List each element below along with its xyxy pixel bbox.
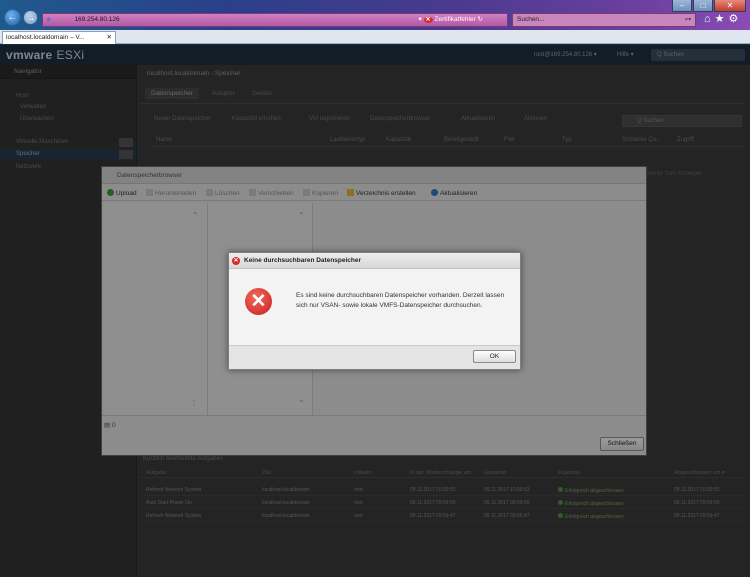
dropdown-arrow-icon: ▾ (418, 16, 424, 23)
address-bar[interactable]: e 169.254.80.126 ▾ ✕ Zertifikatfehler ↻ (42, 13, 508, 27)
search-icon: ⌕▾ (684, 16, 691, 23)
minimize-icon[interactable]: – (672, 0, 692, 12)
address-text: 169.254.80.126 (74, 16, 120, 23)
browser-toolbar-icons: ⌂★⚙ (704, 12, 742, 25)
back-button[interactable]: ← (4, 9, 21, 26)
error-icon: ✕ (245, 288, 272, 315)
error-small-icon: ✕ (232, 257, 240, 265)
favorites-star-icon[interactable]: ★ (715, 13, 729, 25)
home-icon[interactable]: ⌂ (704, 13, 715, 25)
maximize-icon[interactable]: □ (693, 0, 713, 12)
cert-error-indicator[interactable]: ▾ ✕ Zertifikatfehler ↻ (418, 14, 483, 26)
forward-button[interactable]: → (23, 10, 38, 25)
error-message: Es sind keine durchsuchbaren Datenspeich… (296, 292, 505, 309)
gear-icon[interactable]: ⚙ (729, 13, 743, 25)
error-dialog-title: Keine durchsuchbaren Datenspeicher (229, 253, 520, 269)
ok-button[interactable]: OK (473, 350, 516, 363)
close-tab-icon[interactable]: ✕ (107, 32, 112, 44)
browser-tab[interactable]: localhost.localdomain – V... ✕ (2, 31, 116, 44)
ie-logo-icon: e (47, 16, 51, 23)
refresh-icon: ↻ (477, 16, 483, 23)
close-window-icon[interactable]: ✕ (714, 0, 746, 12)
arrow-left-icon: ← (7, 12, 18, 23)
arrow-right-icon: → (25, 13, 36, 24)
browser-search-input[interactable]: Suchen... ⌕▾ (512, 13, 696, 27)
error-x-icon: ✕ (423, 17, 433, 23)
